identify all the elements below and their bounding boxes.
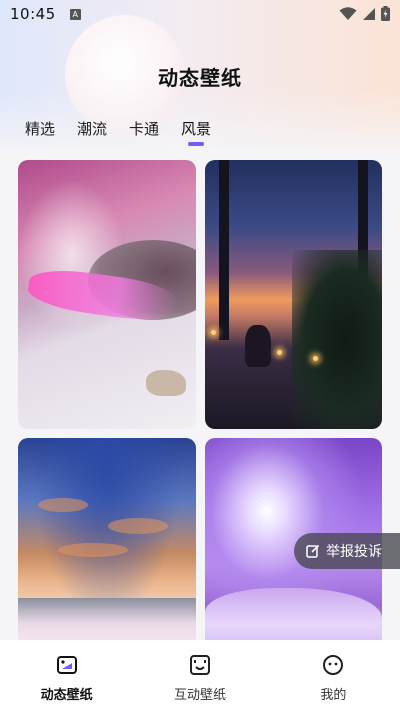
tab-scenery-label: 风景: [181, 120, 212, 138]
card-cloud: [108, 518, 168, 534]
card-window-frame-left: [219, 160, 229, 340]
tab-cartoon[interactable]: 卡通: [129, 118, 159, 139]
card-fox: [146, 370, 186, 396]
tab-active-indicator: [188, 142, 205, 146]
wifi-icon: [339, 6, 357, 20]
page-title: 动态壁纸: [158, 66, 242, 90]
category-tabs: 精选 潮流 卡通 风景: [25, 118, 212, 146]
tab-trending[interactable]: 潮流: [77, 118, 107, 139]
bottom-navigation: 动态壁纸 互动壁纸 我的: [0, 640, 400, 712]
report-button[interactable]: 举报投诉: [294, 533, 400, 569]
nav-item-interactive-wallpaper[interactable]: 互动壁纸: [133, 640, 266, 712]
card-cloud: [58, 543, 128, 557]
nav-item-live-wallpaper[interactable]: 动态壁纸: [0, 640, 133, 712]
card-plant: [292, 250, 382, 429]
status-time: 10:45: [10, 5, 56, 23]
profile-icon: [323, 655, 344, 675]
tab-featured[interactable]: 精选: [25, 118, 55, 139]
status-bar: 10:45 A: [0, 0, 400, 28]
status-icons: [339, 6, 390, 21]
wallpaper-card-night-window[interactable]: [205, 160, 382, 429]
nav-item-profile[interactable]: 我的: [267, 640, 400, 712]
card-person-silhouette: [245, 325, 271, 367]
battery-icon: [381, 6, 390, 21]
notification-icon: A: [69, 8, 81, 20]
report-button-label: 举报投诉: [326, 544, 382, 560]
wallpaper-icon: [56, 656, 77, 674]
tab-scenery[interactable]: 风景: [181, 118, 212, 146]
nav-label-profile: 我的: [320, 688, 347, 703]
card-candle: [211, 330, 216, 335]
wallpaper-card-snowy-river[interactable]: [18, 160, 196, 429]
nav-label-interactive-wallpaper: 互动壁纸: [173, 688, 226, 703]
nav-label-live-wallpaper: 动态壁纸: [40, 688, 93, 703]
signal-icon: [363, 7, 375, 20]
card-candle: [313, 356, 318, 361]
interactive-icon: [189, 655, 210, 675]
edit-icon: [306, 544, 320, 558]
card-cloud: [38, 498, 88, 512]
card-snow-hill: [205, 588, 382, 648]
card-candle: [277, 350, 282, 355]
wallpaper-card-sunset-field[interactable]: [18, 438, 196, 648]
